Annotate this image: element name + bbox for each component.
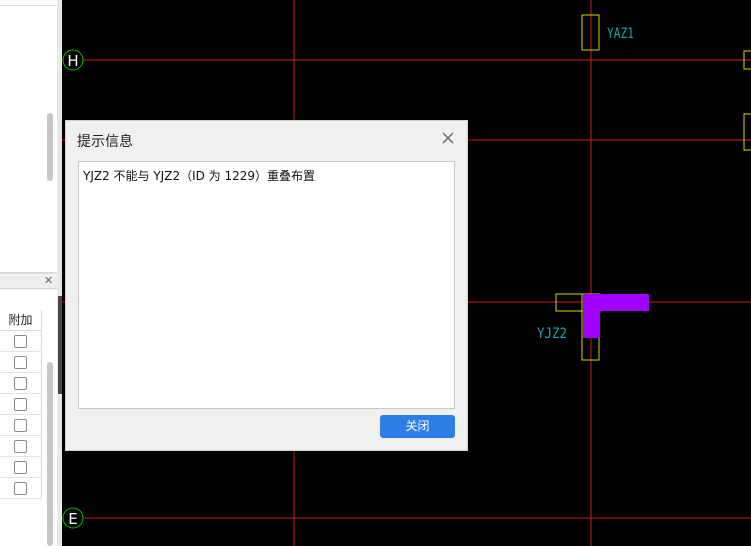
axis-label: E [68, 510, 77, 528]
divider [0, 5, 57, 6]
table-row [0, 478, 42, 499]
component-label-yaz1: YAZ1 [607, 26, 634, 42]
checkbox[interactable] [14, 398, 27, 411]
component-label-yjz2: YJZ2 [537, 326, 567, 342]
close-icon[interactable] [440, 130, 456, 146]
column-header-attach: 附加 [0, 310, 42, 331]
checkbox[interactable] [14, 440, 27, 453]
axis-bubble-e: E [62, 507, 84, 529]
checkbox[interactable] [14, 377, 27, 390]
table-row [0, 415, 42, 436]
column-yjz2-highlight[interactable] [600, 294, 649, 311]
axis-label: H [67, 52, 78, 70]
close-button[interactable]: 关闭 [380, 415, 455, 438]
checkbox[interactable] [14, 461, 27, 474]
property-list-pane [0, 0, 58, 272]
scrollbar-thumb[interactable] [47, 362, 53, 546]
scrollbar-thumb[interactable] [47, 113, 53, 181]
close-icon[interactable]: ✕ [44, 274, 53, 287]
column-yjz2-highlight[interactable] [583, 294, 600, 338]
table-row [0, 436, 42, 457]
left-panel: ✕ 附加 [0, 0, 62, 546]
checkbox[interactable] [14, 356, 27, 369]
pane-header: ✕ [0, 274, 57, 289]
axis-bubble-h: H [62, 49, 84, 71]
checkbox[interactable] [14, 419, 27, 432]
message-box: YJZ2 不能与 YJZ2（ID 为 1229）重叠布置 [78, 161, 455, 409]
checkbox[interactable] [14, 482, 27, 495]
attach-list-pane: ✕ 附加 [0, 274, 57, 546]
dialog-message: YJZ2 不能与 YJZ2（ID 为 1229）重叠布置 [83, 169, 316, 183]
column-edge-right-mid[interactable] [743, 113, 751, 151]
checkbox[interactable] [14, 335, 27, 348]
table-row [0, 352, 42, 373]
dialog-title: 提示信息 [77, 134, 133, 150]
table-row [0, 394, 42, 415]
table-row [0, 457, 42, 478]
table-row [0, 373, 42, 394]
table-row [0, 331, 42, 352]
info-dialog: 提示信息 YJZ2 不能与 YJZ2（ID 为 1229）重叠布置 关闭 [65, 120, 468, 451]
